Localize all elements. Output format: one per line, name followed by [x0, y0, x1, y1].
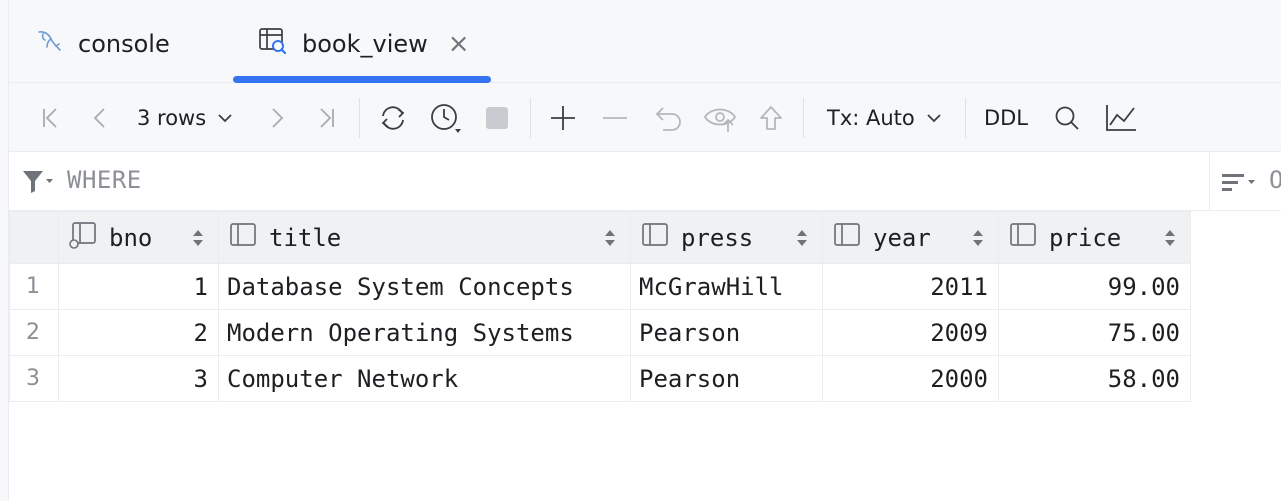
orderby-filter-input[interactable]: O — [1269, 166, 1281, 194]
sort-toggle-icon[interactable] — [972, 228, 984, 252]
cell-bno[interactable]: 1 — [58, 263, 219, 310]
column-name: press — [681, 223, 754, 252]
filter-icon[interactable] — [21, 169, 55, 199]
tx-mode-label: Tx: Auto — [827, 106, 915, 130]
row-number: 3 — [9, 355, 59, 402]
cell-press[interactable]: Pearson — [630, 355, 823, 402]
toolbar-separator — [803, 98, 804, 138]
sort-toggle-icon[interactable] — [1164, 228, 1176, 252]
first-page-icon[interactable] — [36, 101, 66, 135]
page-size-dropdown[interactable]: 3 rows — [137, 101, 247, 135]
tab-console[interactable]: console — [34, 22, 170, 66]
toolbar-separator — [530, 98, 531, 138]
result-grid: bno title press year price 1 1 Database … — [9, 211, 1191, 402]
column-icon — [229, 221, 259, 255]
mysql-dolphin-icon — [34, 26, 64, 62]
column-header-title[interactable]: title — [218, 211, 631, 264]
add-row-icon[interactable] — [545, 101, 581, 135]
editor-tab-bar: console book_view × — [9, 0, 1281, 83]
cell-title[interactable]: Database System Concepts — [218, 263, 631, 310]
sort-toggle-icon[interactable] — [192, 228, 204, 252]
row-number: 2 — [9, 309, 59, 356]
sort-toggle-icon[interactable] — [604, 228, 616, 252]
active-tab-indicator — [233, 76, 491, 83]
close-icon[interactable]: × — [448, 31, 470, 57]
chevron-down-icon — [925, 109, 943, 127]
cell-bno[interactable]: 2 — [58, 309, 219, 356]
row-number: 1 — [9, 263, 59, 310]
tab-label: book_view — [302, 30, 428, 58]
data-editor-toolbar: 3 rows Tx: Auto DDL — [9, 84, 1281, 152]
cell-press[interactable]: Pearson — [630, 309, 823, 356]
tab-label: console — [78, 30, 170, 58]
column-name: year — [873, 223, 931, 252]
column-icon — [833, 221, 863, 255]
column-header-press[interactable]: press — [630, 211, 823, 264]
delete-row-icon[interactable] — [597, 101, 633, 135]
where-filter-input[interactable]: WHERE — [67, 166, 142, 194]
query-history-icon[interactable] — [427, 101, 463, 135]
ddl-label: DDL — [983, 106, 1029, 130]
cell-price[interactable]: 75.00 — [998, 309, 1191, 356]
column-name: price — [1049, 223, 1122, 252]
chevron-down-icon — [216, 109, 234, 127]
toolbar-separator — [359, 98, 360, 138]
key-column-icon — [69, 221, 99, 255]
table-row[interactable]: 1 1 Database System Concepts McGrawHill … — [9, 263, 1191, 310]
column-header-price[interactable]: price — [998, 211, 1191, 264]
column-icon — [1009, 221, 1039, 255]
column-header-bno[interactable]: bno — [58, 211, 219, 264]
cell-bno[interactable]: 3 — [58, 355, 219, 402]
submit-icon[interactable] — [753, 101, 789, 135]
cell-year[interactable]: 2000 — [822, 355, 999, 402]
cell-title[interactable]: Computer Network — [218, 355, 631, 402]
filter-bar: WHERE O — [9, 152, 1281, 211]
sort-toggle-icon[interactable] — [796, 228, 808, 252]
next-page-icon[interactable] — [261, 101, 291, 135]
toolbar-separator — [965, 98, 966, 138]
cell-title[interactable]: Modern Operating Systems — [218, 309, 631, 356]
column-name: title — [269, 223, 342, 252]
cell-price[interactable]: 58.00 — [998, 355, 1191, 402]
column-icon — [641, 221, 671, 255]
row-number-header — [9, 211, 59, 264]
preview-pending-changes-icon[interactable] — [701, 101, 741, 135]
left-edge — [0, 0, 9, 501]
reload-icon[interactable] — [375, 101, 411, 135]
sort-order-icon[interactable] — [1222, 172, 1258, 198]
cell-year[interactable]: 2011 — [822, 263, 999, 310]
column-name: bno — [109, 223, 153, 252]
table-row[interactable]: 2 2 Modern Operating Systems Pearson 200… — [9, 309, 1191, 356]
header-row: bno title press year price — [9, 211, 1191, 264]
cell-press[interactable]: McGrawHill — [630, 263, 823, 310]
stop-icon[interactable] — [479, 101, 515, 135]
revert-icon[interactable] — [649, 101, 685, 135]
last-page-icon[interactable] — [311, 101, 341, 135]
previous-page-icon[interactable] — [86, 101, 116, 135]
transaction-mode-dropdown[interactable]: Tx: Auto — [827, 101, 951, 135]
tab-book-view[interactable]: book_view × — [258, 22, 470, 66]
filter-divider — [1209, 152, 1210, 210]
search-icon[interactable] — [1049, 101, 1085, 135]
cell-year[interactable]: 2009 — [822, 309, 999, 356]
ddl-button[interactable]: DDL — [981, 101, 1031, 135]
column-header-year[interactable]: year — [822, 211, 999, 264]
table-view-icon — [258, 26, 288, 62]
rows-count-label: 3 rows — [137, 106, 207, 130]
chart-icon[interactable] — [1101, 101, 1141, 135]
table-row[interactable]: 3 3 Computer Network Pearson 2000 58.00 — [9, 355, 1191, 402]
cell-price[interactable]: 99.00 — [998, 263, 1191, 310]
